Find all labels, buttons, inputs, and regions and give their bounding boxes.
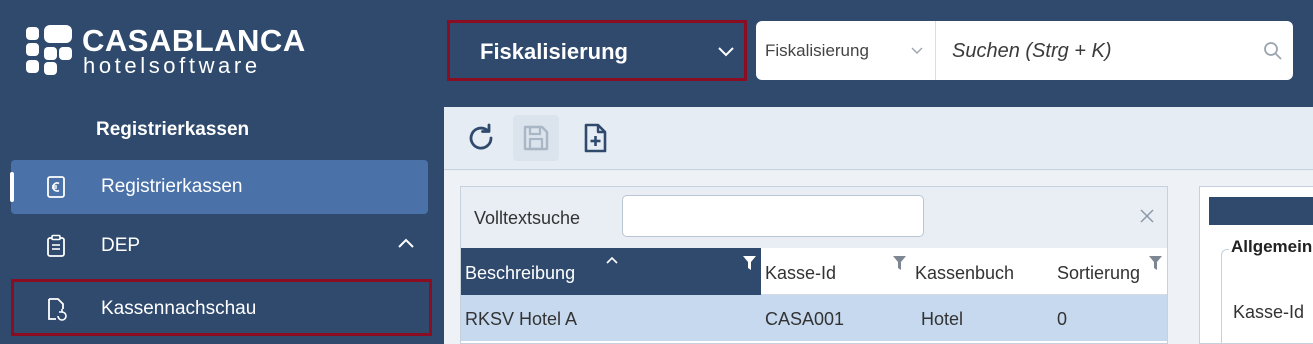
sidebar-item-label: Registrierkassen bbox=[101, 176, 243, 197]
module-select-label: Fiskalisierung bbox=[480, 39, 628, 64]
new-document-button[interactable] bbox=[572, 115, 618, 161]
save-icon bbox=[523, 125, 549, 151]
sidebar-item-label: Kassennachschau bbox=[101, 298, 257, 319]
column-header-beschreibung[interactable]: Beschreibung bbox=[461, 248, 761, 295]
table-row[interactable]: RKSV Hotel A CASA001 Hotel 0 bbox=[461, 295, 1167, 341]
column-header-label: Sortierung bbox=[1057, 263, 1141, 283]
sidebar-section-title: Registrierkassen bbox=[96, 119, 250, 140]
cell-sortierung: 0 bbox=[1057, 309, 1068, 329]
sort-ascending-icon bbox=[606, 256, 618, 264]
sidebar: CASABLANCA hotelsoftware Registrierkasse… bbox=[0, 0, 444, 344]
fulltext-search-input[interactable] bbox=[622, 195, 924, 237]
column-header-label: Kasse-Id bbox=[765, 263, 837, 283]
cell-beschreibung: RKSV Hotel A bbox=[465, 309, 578, 329]
module-select[interactable]: Fiskalisierung bbox=[447, 20, 747, 81]
sidebar-item-kassennachschau[interactable]: Kassennachschau bbox=[11, 279, 432, 336]
column-header-kassenbuch[interactable]: Kassenbuch bbox=[911, 248, 1053, 295]
euro-receipt-icon bbox=[47, 176, 65, 198]
refresh-icon bbox=[469, 123, 493, 150]
sidebar-item-dep[interactable]: DEP bbox=[11, 219, 428, 273]
detail-field-label-kasse-id: Kasse-Id bbox=[1233, 302, 1305, 322]
detail-panel-header bbox=[1209, 197, 1313, 225]
column-header-label: Beschreibung bbox=[465, 263, 576, 283]
chevron-up-icon[interactable] bbox=[398, 237, 414, 249]
column-header-sortierung[interactable]: Sortierung bbox=[1053, 248, 1167, 295]
brand-subtitle: hotelsoftware bbox=[83, 53, 261, 78]
global-search: Fiskalisierung bbox=[756, 21, 1293, 80]
filter-icon[interactable] bbox=[893, 256, 906, 270]
search-input[interactable] bbox=[952, 38, 1252, 64]
filter-icon[interactable] bbox=[1149, 256, 1162, 270]
save-button[interactable] bbox=[513, 115, 559, 161]
active-indicator bbox=[10, 172, 14, 202]
filter-icon[interactable] bbox=[743, 256, 756, 270]
column-header-label: Kassenbuch bbox=[915, 263, 1015, 283]
close-icon[interactable] bbox=[1140, 209, 1154, 223]
document-refresh-icon bbox=[48, 298, 67, 321]
new-document-icon bbox=[584, 123, 607, 153]
detail-group-legend: Allgemein bbox=[1229, 237, 1313, 257]
chevron-down-icon bbox=[718, 47, 734, 57]
grid-header: Beschreibung Kasse-Id Kassenbuch Sortier… bbox=[461, 248, 1167, 295]
toolbar bbox=[444, 107, 1313, 170]
search-scope-label: Fiskalisierung bbox=[765, 41, 869, 60]
search-icon[interactable] bbox=[1263, 41, 1283, 61]
search-scope-select[interactable]: Fiskalisierung bbox=[756, 21, 936, 80]
refresh-button[interactable] bbox=[458, 115, 504, 161]
cell-kassenbuch: Hotel bbox=[921, 309, 964, 329]
sidebar-item-label: DEP bbox=[101, 235, 141, 256]
fulltext-search-label: Volltextsuche bbox=[474, 208, 581, 228]
chevron-down-icon bbox=[911, 47, 923, 54]
clipboard-list-icon bbox=[47, 234, 65, 257]
detail-fieldset bbox=[1221, 249, 1313, 344]
cell-kasse-id: CASA001 bbox=[765, 309, 845, 329]
sidebar-item-registrierkassen[interactable]: Registrierkassen bbox=[11, 160, 428, 214]
logo-mark-icon bbox=[26, 25, 72, 75]
column-header-kasse-id[interactable]: Kasse-Id bbox=[761, 248, 911, 295]
kassen-grid: Volltextsuche Beschreibung Kasse-Id Kass… bbox=[460, 186, 1168, 344]
fulltext-search-row: Volltextsuche bbox=[461, 187, 1167, 248]
